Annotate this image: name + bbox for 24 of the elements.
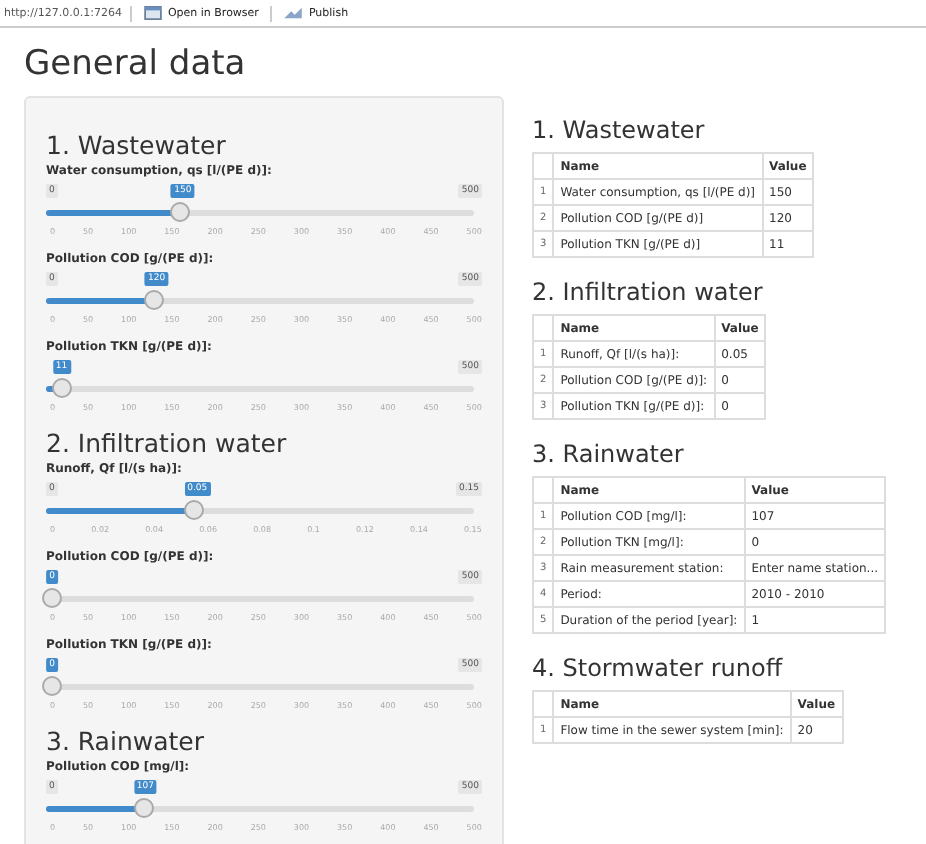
page-title: General data (24, 44, 248, 84)
slider-track[interactable] (46, 290, 474, 310)
section-heading: 3. Rainwater (46, 726, 206, 756)
window-icon (143, 6, 162, 20)
slider-handle[interactable] (51, 378, 72, 398)
slider-track[interactable] (46, 202, 474, 222)
section-heading: 2. Infiltration water (46, 428, 289, 458)
table-heading: 1. Wastewater (532, 116, 707, 144)
slider-track[interactable] (46, 500, 474, 520)
slider-handle[interactable] (184, 500, 205, 520)
slider-handle[interactable] (144, 290, 165, 310)
table-heading: 4. Stormwater runoff (532, 654, 785, 682)
section-heading: 1. Wastewater (46, 130, 228, 160)
table-heading: 2. Infiltration water (532, 278, 765, 306)
slider-handle[interactable] (42, 588, 62, 608)
slider-track[interactable] (46, 676, 474, 696)
publish-icon (284, 6, 303, 20)
slider-track[interactable] (46, 798, 474, 818)
slider-handle[interactable] (133, 798, 154, 818)
table-heading: 3. Rainwater (532, 440, 686, 468)
slider-handle[interactable] (42, 676, 62, 696)
slider-track[interactable] (46, 588, 474, 608)
slider-track[interactable] (46, 378, 474, 398)
slider-handle[interactable] (170, 202, 191, 222)
